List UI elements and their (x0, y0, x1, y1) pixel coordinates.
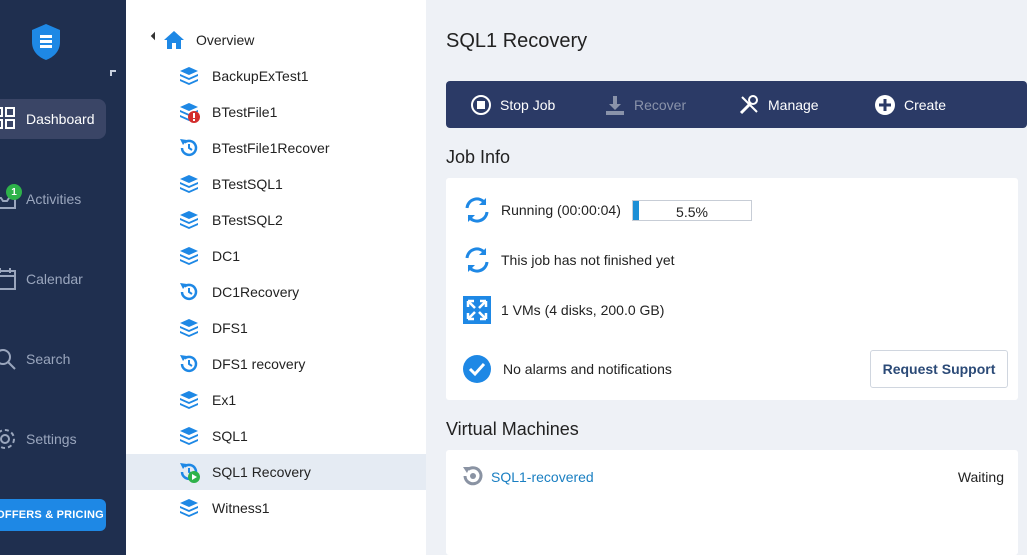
jobs-tree: Overview BackupExTest1 BTestFile1 BTestFil… (126, 0, 426, 555)
expand-arrows-icon (463, 296, 491, 324)
create-button[interactable]: Create (874, 81, 946, 128)
backup-job-icon (180, 499, 198, 517)
backup-job-icon (180, 175, 198, 193)
left-nav: Dashboard Activities 1 Calendar Search S… (0, 0, 126, 555)
stop-job-button[interactable]: Stop Job (470, 81, 555, 128)
nav-label: Calendar (26, 271, 83, 287)
tree-item[interactable]: BTestFile1Recover (126, 130, 426, 166)
tree-item-label: Overview (196, 32, 255, 48)
refresh-icon (465, 197, 489, 223)
recovery-job-icon (180, 139, 198, 157)
tree-item-label: BTestFile1Recover (212, 140, 330, 156)
tree-item-overview[interactable]: Overview (126, 22, 426, 58)
logo-shield-icon (32, 24, 60, 60)
main-panel: SQL1 Recovery Stop Job Recover Manage Cr… (426, 0, 1027, 555)
running-status-text: Running (00:00:04) (501, 202, 621, 218)
nav-label: Settings (26, 431, 77, 447)
backup-job-icon (180, 211, 198, 229)
recovery-job-icon (180, 283, 198, 301)
recovery-job-icon (180, 355, 198, 373)
not-finished-text: This job has not finished yet (501, 252, 675, 268)
gear-icon (0, 429, 15, 449)
search-icon (0, 349, 16, 370)
recovery-job-running-icon (180, 463, 200, 483)
vms-row: 1 VMs (4 disks, 200.0 GB) (462, 295, 664, 325)
tree-item[interactable]: BackupExTest1 (126, 58, 426, 94)
backup-job-icon (180, 319, 198, 337)
job-info-heading: Job Info (446, 147, 511, 167)
calendar-icon (0, 268, 16, 290)
tree-item[interactable]: DFS1 recovery (126, 346, 426, 382)
create-label: Create (904, 96, 947, 113)
tree-item-label: SQL1 Recovery (212, 464, 311, 480)
download-icon (606, 95, 624, 115)
tree-item-label: BackupExTest1 (212, 68, 309, 84)
tree-item[interactable]: BTestSQL1 (126, 166, 426, 202)
tree-item[interactable]: SQL1 Recovery (126, 454, 426, 490)
page-title: SQL1 Recovery (446, 30, 588, 52)
job-progress-bar: 5.5% (632, 200, 752, 221)
nav-dashboard[interactable]: Dashboard (0, 99, 106, 139)
tree-item-label: SQL1 (212, 428, 248, 444)
tree-item-label: Witness1 (212, 500, 270, 516)
tree-item[interactable]: BTestSQL2 (126, 202, 426, 238)
plus-circle-icon (875, 94, 895, 115)
tree-item[interactable]: DC1 (126, 238, 426, 274)
nav-label: Activities (26, 191, 82, 207)
vm-status: Waiting (957, 469, 1004, 485)
activities-badge: 1 (6, 184, 22, 200)
refresh-icon (465, 247, 489, 273)
stop-job-label: Stop Job (500, 96, 556, 113)
offers-pricing-button[interactable]: OFFERS & PRICING (0, 499, 106, 531)
vm-link[interactable]: SQL1-recovered (491, 469, 594, 485)
tree-item-label: DC1Recovery (212, 284, 300, 300)
tree-item-label: BTestSQL1 (212, 176, 283, 192)
stop-icon (471, 94, 491, 115)
tree-item-label: Ex1 (212, 392, 237, 408)
alarms-row: No alarms and notifications (462, 354, 672, 384)
recover-label: Recover (634, 96, 687, 113)
expand-caret-icon[interactable] (150, 31, 160, 41)
virtual-machines-heading: Virtual Machines (446, 419, 579, 439)
job-info-card: Running (00:00:04) 5.5% This job has not… (446, 178, 1018, 400)
backup-job-error-icon (180, 103, 200, 123)
backup-job-icon (180, 67, 198, 85)
tree-item[interactable]: Witness1 (126, 490, 426, 526)
tree-item[interactable]: DFS1 (126, 310, 426, 346)
home-icon (164, 31, 184, 49)
alarms-text: No alarms and notifications (503, 361, 672, 377)
tree-item[interactable]: SQL1 (126, 418, 426, 454)
tree-item-label: DFS1 recovery (212, 356, 306, 372)
manage-button[interactable]: Manage (738, 81, 819, 128)
vm-recovery-icon (463, 466, 483, 486)
manage-label: Manage (768, 96, 819, 113)
tree-item-label: DC1 (212, 248, 241, 264)
tree-item[interactable]: BTestFile1 (126, 94, 426, 130)
running-row: Running (00:00:04) (462, 195, 621, 225)
recover-button[interactable]: Recover (604, 81, 686, 128)
tree-item-label: BTestFile1 (212, 104, 278, 120)
tree-item-label: DFS1 (212, 320, 248, 336)
not-finished-row: This job has not finished yet (462, 245, 675, 275)
virtual-machines-card: SQL1-recovered Waiting (446, 450, 1018, 555)
backup-job-icon (180, 247, 198, 265)
collapse-nav-handle[interactable] (110, 70, 116, 76)
tools-icon (739, 94, 758, 114)
nav-label: Dashboard (26, 111, 95, 127)
request-support-button[interactable]: Request Support (870, 350, 1008, 388)
job-toolbar: Stop Job Recover Manage Create (446, 81, 1027, 128)
tree-item[interactable]: DC1Recovery (126, 274, 426, 310)
nav-label: Search (26, 351, 71, 367)
backup-job-icon (180, 427, 198, 445)
progress-label: 5.5% (676, 204, 708, 220)
vms-summary-text: 1 VMs (4 disks, 200.0 GB) (501, 302, 665, 318)
tree-item[interactable]: Ex1 (126, 382, 426, 418)
check-circle-icon (463, 355, 491, 383)
backup-job-icon (180, 391, 198, 409)
grid-icon (0, 107, 15, 129)
tree-item-label: BTestSQL2 (212, 212, 283, 228)
